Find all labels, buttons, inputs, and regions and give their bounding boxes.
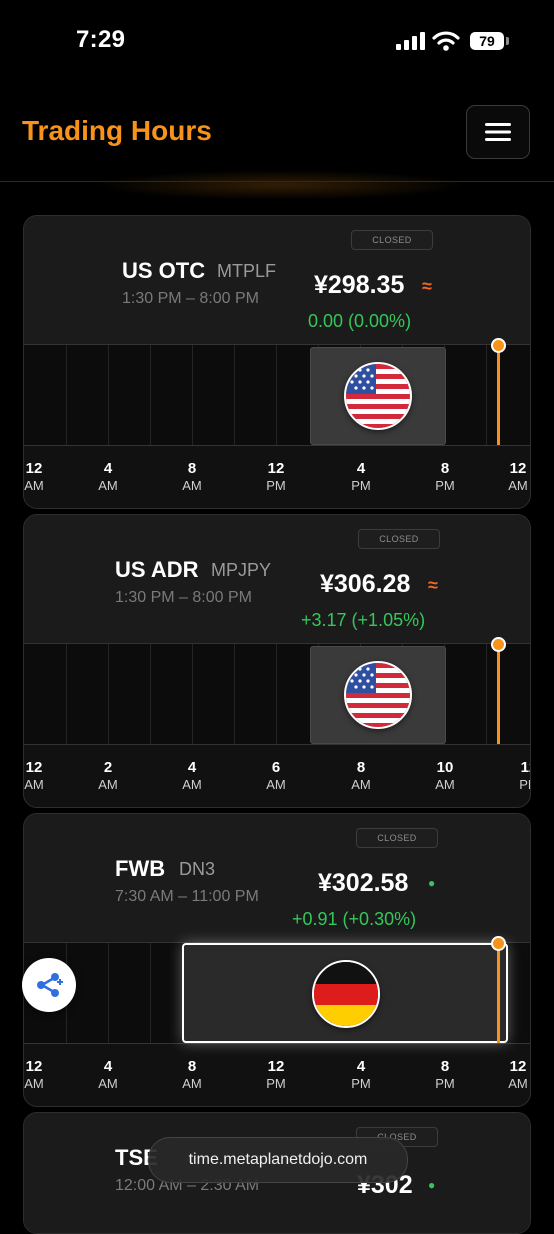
axis-label: 8 PM: [435, 1058, 455, 1091]
card-header-bg: [24, 515, 530, 643]
axis-label: 2 AM: [98, 759, 118, 792]
price-change: 0.00 (0.00%): [308, 311, 412, 331]
axis-label: 4 AM: [98, 460, 118, 493]
trading-hours: 1:30 PM – 8:00 PM: [115, 589, 252, 606]
axis-label: 10 AM: [435, 759, 455, 792]
card-header-bg: [24, 814, 530, 942]
price-change: +3.17 (+1.05%): [301, 610, 426, 630]
axis-label: 4 AM: [98, 1058, 118, 1091]
cellular-signal-icon: [396, 32, 426, 55]
axis-label: 12PM: [266, 460, 286, 493]
price: ¥302.58: [318, 869, 409, 897]
exchange-name: FWB: [115, 856, 166, 881]
market-card-fwb[interactable]: CLOSED FWB DN3 7:30 AM – 11:00 PM ¥302.5…: [23, 813, 531, 1107]
wifi-icon: [432, 30, 460, 57]
battery-tip: [506, 37, 509, 45]
us-flag-icon: [344, 661, 412, 729]
axis-label: 12 AM: [24, 460, 44, 493]
current-time-marker: [491, 936, 506, 951]
price: ¥306.28: [320, 570, 411, 598]
browser-url-bar[interactable]: time.metaplanetdojo.com: [148, 1137, 408, 1183]
exchange-name: US OTC: [122, 258, 206, 283]
axis-label: 6 AM: [266, 759, 286, 792]
status-time: 7:29: [76, 26, 126, 53]
share-button[interactable]: [22, 958, 76, 1012]
status-badge: CLOSED: [356, 828, 438, 848]
axis-label: 4 PM: [351, 460, 371, 493]
current-time-marker: [491, 637, 506, 652]
germany-flag-icon: [312, 960, 380, 1028]
axis-label: 8 AM: [182, 1058, 202, 1091]
axis-label: 12 AM: [24, 759, 44, 792]
page-title: Trading Hours: [22, 115, 212, 146]
status-badge: CLOSED: [351, 230, 433, 250]
exchange-name: US ADR: [115, 557, 199, 582]
axis-label: 8 PM: [435, 460, 455, 493]
current-time-line: [497, 345, 500, 445]
current-time-line: [497, 943, 500, 1043]
price-indicator-icon: ≈: [422, 276, 432, 296]
trading-hours: 7:30 AM – 11:00 PM: [115, 888, 259, 905]
ticker-symbol: MPJPY: [211, 560, 272, 580]
current-time-line: [497, 644, 500, 744]
ticker-symbol: MTPLF: [217, 261, 277, 281]
price-change: +0.91 (+0.30%): [292, 909, 417, 929]
us-flag-icon: [344, 362, 412, 430]
axis-label: 12PM: [266, 1058, 286, 1091]
price-indicator-icon: ≈: [428, 575, 438, 595]
hamburger-menu-icon: [485, 123, 511, 141]
axis-label: 8 AM: [351, 759, 371, 792]
header-divider: [0, 181, 554, 182]
market-card-us-adr[interactable]: CLOSED US ADR MPJPY 1:30 PM – 8:00 PM ¥3…: [23, 514, 531, 808]
menu-button[interactable]: [466, 105, 530, 159]
price-indicator-icon: ●: [428, 876, 436, 890]
session-timeline: [24, 637, 530, 745]
market-card-us-otc[interactable]: CLOSED US OTC MTPLF 1:30 PM – 8:00 PM ¥2…: [23, 215, 531, 509]
session-timeline: [24, 936, 530, 1044]
axis-label: 8 AM: [182, 460, 202, 493]
status-badge: CLOSED: [358, 529, 440, 549]
axis-label: 4 PM: [351, 1058, 371, 1091]
battery-icon: 79: [470, 32, 504, 50]
axis-label: 4 AM: [182, 759, 202, 792]
trading-hours: 1:30 PM – 8:00 PM: [122, 290, 259, 307]
axis-label: 12 AM: [24, 1058, 44, 1091]
price: ¥298.35: [314, 271, 405, 299]
axis-label: 12 AM: [508, 1058, 528, 1091]
share-icon: [37, 973, 63, 997]
ticker-glow: [90, 170, 470, 200]
axis-label: 12 AM: [508, 460, 528, 493]
current-time-marker: [491, 338, 506, 353]
axis-label: 12PM: [519, 759, 530, 792]
ticker-symbol: DN3: [179, 859, 216, 879]
price-indicator-icon: ●: [428, 1178, 436, 1192]
session-timeline: [24, 338, 530, 446]
card-header-bg: [24, 216, 530, 344]
